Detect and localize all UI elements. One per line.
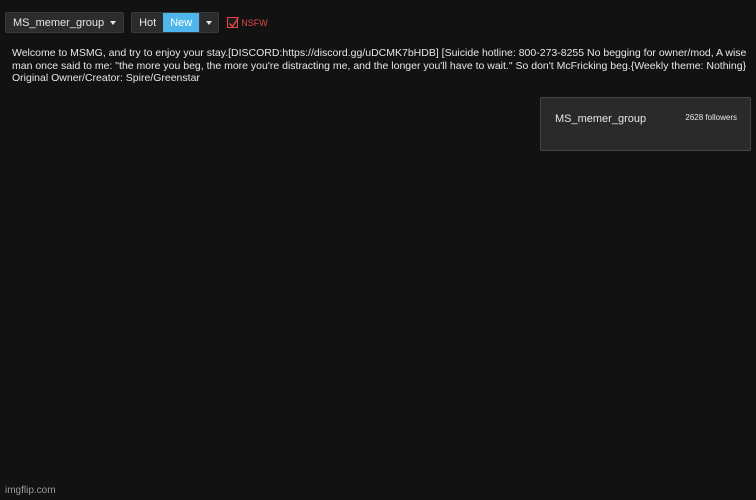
- sort-hot-label: Hot: [139, 16, 157, 29]
- imgflip-watermark: imgflip.com: [5, 485, 56, 496]
- sort-button-group: Hot New: [131, 12, 220, 33]
- checkmark-icon: [229, 17, 240, 28]
- stream-description: Welcome to MSMG, and try to enjoy your s…: [12, 47, 747, 84]
- sort-new-label: New: [170, 16, 193, 29]
- nsfw-label: NSFW: [241, 17, 268, 28]
- nsfw-toggle[interactable]: NSFW: [227, 17, 268, 28]
- stream-toolbar: MS_memer_group Hot New NSFW: [5, 12, 268, 33]
- sort-more-dropdown[interactable]: [199, 13, 219, 32]
- sort-new-button[interactable]: New: [163, 13, 200, 32]
- stream-select-label: MS_memer_group: [13, 16, 105, 29]
- chevron-down-icon: [206, 20, 213, 25]
- stream-card-followers: 2628 followers: [685, 113, 737, 122]
- stream-card[interactable]: MS_memer_group 2628 followers: [540, 97, 751, 151]
- stream-select-dropdown[interactable]: MS_memer_group: [5, 12, 125, 33]
- sort-hot-button[interactable]: Hot: [132, 13, 164, 32]
- stream-card-name[interactable]: MS_memer_group: [555, 113, 646, 125]
- nsfw-checkbox[interactable]: [227, 17, 240, 28]
- chevron-down-icon: [110, 20, 117, 25]
